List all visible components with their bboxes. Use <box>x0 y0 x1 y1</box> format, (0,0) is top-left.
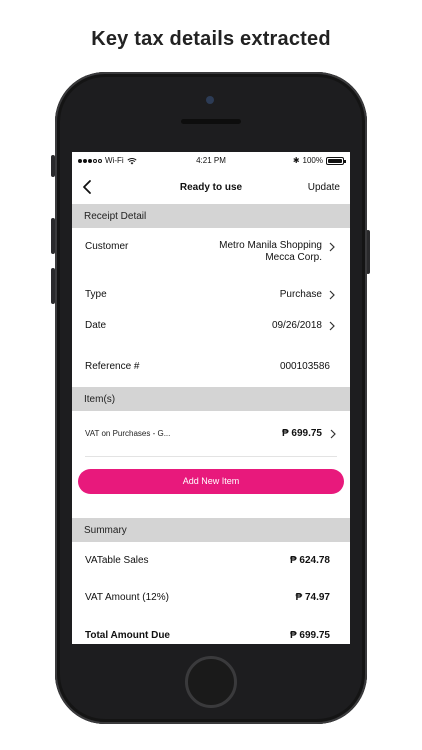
item-name: VAT on Purchases - G... <box>85 429 171 438</box>
earpiece-speaker <box>181 119 241 124</box>
vat-amount-value: ₱ 74.97 <box>295 592 330 603</box>
receipt-detail-header: Receipt Detail <box>72 204 350 228</box>
date-row[interactable]: Date 09/26/2018 <box>72 313 350 349</box>
type-value: Purchase <box>279 289 322 300</box>
vatable-sales-label: VATable Sales <box>85 555 149 566</box>
chevron-right-icon <box>330 429 336 439</box>
home-button[interactable] <box>185 656 237 708</box>
item-amount: ₱ 699.75 <box>281 428 322 439</box>
summary-header: Summary <box>72 518 350 542</box>
update-button[interactable]: Update <box>308 182 340 193</box>
vatable-sales-value: ₱ 624.78 <box>289 555 330 566</box>
chevron-right-icon <box>329 290 335 300</box>
type-label: Type <box>85 289 107 300</box>
battery-icon <box>326 156 346 165</box>
add-new-item-button[interactable]: Add New Item <box>78 469 344 494</box>
customer-label: Customer <box>85 241 129 252</box>
phone-frame: Wi-Fi 4:21 PM ✱ 100% Ready to use Update… <box>55 72 367 724</box>
status-right: ✱ 100% <box>292 156 346 165</box>
battery-percent: 100% <box>302 156 323 165</box>
customer-row[interactable]: Customer Metro Manila Shopping Mecca Cor… <box>72 228 350 282</box>
total-amount-value: ₱ 699.75 <box>289 630 330 641</box>
items-header: Item(s) <box>72 387 350 411</box>
date-value: 09/26/2018 <box>271 320 322 331</box>
vat-amount-label: VAT Amount (12%) <box>85 592 169 603</box>
total-amount-label: Total Amount Due <box>85 630 170 641</box>
date-label: Date <box>85 320 107 331</box>
customer-value: Metro Manila Shopping Mecca Corp. <box>219 240 322 263</box>
reference-row: Reference # 000103586 <box>72 349 350 387</box>
phone-screen: Wi-Fi 4:21 PM ✱ 100% Ready to use Update… <box>72 152 350 644</box>
chevron-right-icon <box>329 242 335 252</box>
list-item[interactable]: VAT on Purchases - G... ₱ 699.75 <box>85 411 337 457</box>
reference-value: 000103586 <box>279 361 330 372</box>
total-amount-row: Total Amount Due ₱ 699.75 <box>72 616 350 644</box>
front-camera <box>206 96 214 104</box>
bluetooth-icon: ✱ <box>292 156 300 165</box>
vat-amount-row: VAT Amount (12%) ₱ 74.97 <box>72 579 350 616</box>
type-row[interactable]: Type Purchase <box>72 282 350 313</box>
app-store-screenshot: Key tax details extracted Wi-Fi 4:21 PM … <box>0 0 422 750</box>
nav-bar: Ready to use Update <box>72 170 350 204</box>
promo-headline: Key tax details extracted <box>91 28 331 50</box>
reference-label: Reference # <box>85 361 140 372</box>
status-bar: Wi-Fi 4:21 PM ✱ 100% <box>72 152 350 170</box>
chevron-right-icon <box>329 321 335 331</box>
vatable-sales-row: VATable Sales ₱ 624.78 <box>72 542 350 579</box>
